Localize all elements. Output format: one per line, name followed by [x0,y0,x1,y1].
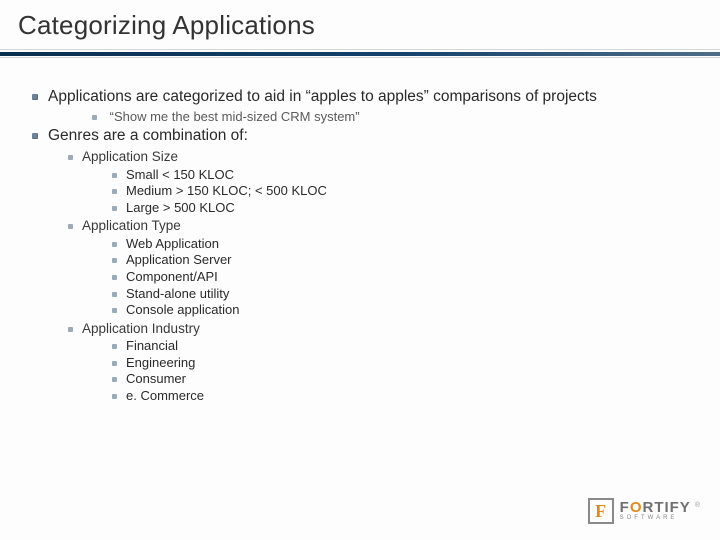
square-bullet-icon [112,361,117,366]
item-text: Medium > 150 KLOC; < 500 KLOC [126,183,327,200]
bullet-level3: Web Application [112,236,698,253]
item-text: Consumer [126,371,186,388]
bullet-level3: Financial [112,338,698,355]
bullet-level1: Applications are categorized to aid in “… [32,87,698,107]
item-text: Small < 150 KLOC [126,167,234,184]
item-text: Financial [126,338,178,355]
bullet-level3: Large > 500 KLOC [112,200,698,217]
bullet-level2: Application Type [68,217,698,234]
square-bullet-icon [112,242,117,247]
fortify-logo: F FORTIFY SOFTWARE ® [588,498,702,524]
square-bullet-icon [32,133,38,139]
item-text: Stand-alone utility [126,286,229,303]
slide-title: Categorizing Applications [0,0,720,41]
slide: Categorizing Applications Applications a… [0,0,720,540]
bullet-level3: Small < 150 KLOC [112,167,698,184]
bullet-level3: Console application [112,302,698,319]
logo-name-o: O [630,499,643,516]
square-bullet-icon [68,155,73,160]
logo-mark-icon: F [588,498,614,524]
bullet-level1: Genres are a combination of: [32,126,698,146]
bullet-level3: Component/API [112,269,698,286]
bullet-level2: Application Industry [68,320,698,337]
quote-text: “Show me the best mid-sized CRM system” [110,109,360,124]
item-text: e. Commerce [126,388,204,405]
logo-subtext: SOFTWARE [620,516,691,521]
square-bullet-icon [112,173,117,178]
item-text: Component/API [126,269,218,286]
bullet-text: Applications are categorized to aid in “… [48,87,597,107]
square-bullet-icon [112,189,117,194]
square-bullet-icon [112,344,117,349]
group-label: Application Type [82,217,181,234]
bullet-level3: Application Server [112,252,698,269]
square-bullet-icon [68,327,73,332]
square-bullet-icon [112,275,117,280]
logo-text: FORTIFY SOFTWARE [620,502,691,521]
quote-line: “Show me the best mid-sized CRM system” [92,109,698,126]
square-bullet-icon [32,94,38,100]
square-bullet-icon [92,115,97,120]
bullet-level3: Engineering [112,355,698,372]
item-text: Console application [126,302,239,319]
bullet-level3: Medium > 150 KLOC; < 500 KLOC [112,183,698,200]
item-text: Engineering [126,355,195,372]
square-bullet-icon [68,224,73,229]
item-text: Large > 500 KLOC [126,200,235,217]
square-bullet-icon [112,377,117,382]
bullet-level3: Consumer [112,371,698,388]
group-label: Application Industry [82,320,200,337]
square-bullet-icon [112,292,117,297]
bullet-level3: e. Commerce [112,388,698,405]
content-area: Applications are categorized to aid in “… [0,58,720,405]
logo-name-pre: F [620,499,630,516]
registered-icon: ® [695,502,700,509]
logo-mark-letter: F [595,502,606,520]
item-text: Application Server [126,252,232,269]
square-bullet-icon [112,308,117,313]
item-text: Web Application [126,236,219,253]
title-underline [0,49,720,58]
logo-name-post: RTIFY [642,499,690,516]
bullet-text: Genres are a combination of: [48,126,248,146]
bullet-level3: Stand-alone utility [112,286,698,303]
group-label: Application Size [82,148,178,165]
square-bullet-icon [112,206,117,211]
square-bullet-icon [112,394,117,399]
square-bullet-icon [112,258,117,263]
bullet-level2: Application Size [68,148,698,165]
